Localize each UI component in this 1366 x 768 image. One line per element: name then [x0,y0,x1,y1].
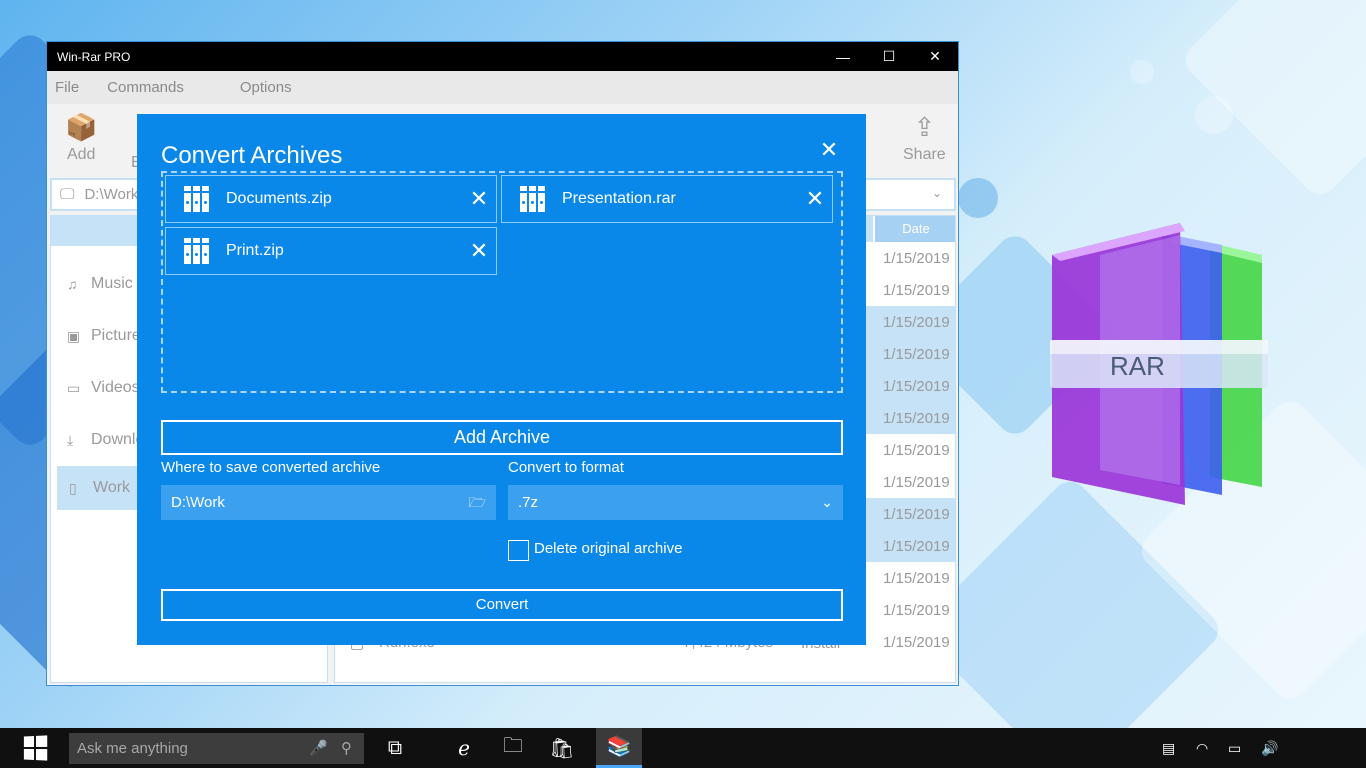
computer-icon: 🖵 [60,186,75,203]
format-value: .7z [518,494,539,511]
maximize-button[interactable]: ☐ [866,42,912,71]
convert-button[interactable]: Convert [161,589,843,621]
folder-open-icon[interactable]: 🗁 [469,485,486,520]
logo-text: RAR [1110,351,1165,381]
minimize-button[interactable]: — [820,42,866,71]
battery-icon[interactable]: ▭ [1228,728,1241,768]
share-button[interactable]: ⇪ Share [903,112,946,164]
file-explorer-icon[interactable]: 🗀 [490,728,536,768]
file-date: 1/15/2019 [883,570,950,587]
archive-name: Documents.zip [226,190,332,207]
dialog-title: Convert Archives [161,142,343,169]
windows-icon [23,735,48,761]
add-label: Add [66,146,96,163]
remove-archive-button[interactable]: ✕ [462,186,496,212]
save-path-field[interactable]: D:\Work 🗁 [161,485,496,520]
file-date: 1/15/2019 [883,378,950,395]
rar-logo-image: RAR [1050,223,1268,505]
action-center-icon[interactable]: ▤ [1162,728,1175,768]
menu-file[interactable]: File [55,79,79,96]
start-button[interactable] [0,728,70,768]
save-location-label: Where to save converted archive [161,459,381,476]
file-date: 1/15/2019 [883,250,950,267]
task-view-icon[interactable]: ⧉ [372,728,418,768]
share-icon: ⇪ [913,112,936,142]
download-icon: ⤓ [67,431,74,448]
search-icon[interactable]: ⚲ [341,733,352,764]
file-date: 1/15/2019 [883,410,950,427]
archive-icon [166,238,226,264]
add-button[interactable]: 📦 Add [65,112,97,164]
winrar-app-icon[interactable]: 📚 [596,728,642,768]
picture-icon: ▣ [67,327,81,344]
file-date: 1/15/2019 [883,506,950,523]
microphone-icon[interactable]: 🎤 [309,733,328,764]
chevron-down-icon: ⌄ [821,494,833,510]
add-archive-button[interactable]: Add Archive [161,420,843,455]
archive-name: Presentation.rar [562,190,676,207]
sidebar-item-label: Music [91,275,133,292]
format-select[interactable]: .7z ⌄ [508,485,843,520]
archive-name: Print.zip [226,242,284,259]
title-bar: Win-Rar PRO — ☐ ✕ [47,42,958,71]
box-add-icon: 📦 [65,112,98,142]
dialog-close-button[interactable]: ✕ [817,139,841,164]
sidebar-item-label: Videos [91,379,140,396]
video-icon: ▭ [67,379,81,396]
file-date: 1/15/2019 [883,602,950,619]
folder-icon: ▯ [69,479,77,496]
file-date: 1/15/2019 [883,282,950,299]
sidebar-item-label: Picture [91,327,141,344]
search-input[interactable]: Ask me anything 🎤 ⚲ [69,733,364,764]
file-date: 1/15/2019 [883,314,950,331]
share-label: Share [903,146,946,163]
archive-chip: Print.zip ✕ [165,227,497,275]
format-label: Convert to format [508,459,624,476]
window-title: Win-Rar PRO [57,49,131,64]
menu-commands[interactable]: Commands [107,79,184,96]
archive-icon [166,186,226,212]
delete-original-label: Delete original archive [534,540,683,557]
archive-chip: Documents.zip ✕ [165,175,497,223]
delete-original-checkbox[interactable] [508,540,529,561]
music-icon: ♫ [67,276,78,292]
convert-dialog: Convert Archives ✕ Documents.zip ✕ Prese… [137,114,866,645]
menu-options[interactable]: Options [240,79,292,96]
archive-icon [502,186,562,212]
taskbar: Ask me anything 🎤 ⚲ ⧉ ℯ 🗀 🛍 📚 ▤ ◠ ▭ 🔊 [0,728,1366,768]
volume-icon[interactable]: 🔊 [1261,728,1278,768]
archive-drop-zone[interactable]: Documents.zip ✕ Presentation.rar ✕ Print… [161,171,843,393]
search-placeholder: Ask me anything [77,740,188,757]
remove-archive-button[interactable]: ✕ [462,238,496,264]
file-date: 1/15/2019 [883,442,950,459]
file-date: 1/15/2019 [883,634,950,651]
chevron-down-icon[interactable]: ⌄ [932,186,942,200]
close-button[interactable]: ✕ [912,42,958,71]
edge-browser-icon[interactable]: ℯ [441,728,487,768]
remove-archive-button[interactable]: ✕ [798,186,832,212]
file-date: 1/15/2019 [883,538,950,555]
archive-chip: Presentation.rar ✕ [501,175,833,223]
column-header-date[interactable]: Date [873,216,955,242]
store-icon[interactable]: 🛍 [539,728,585,768]
sidebar-item-label: Work [93,479,131,496]
wifi-icon[interactable]: ◠ [1196,728,1208,768]
path-text: D:\Work [84,186,139,203]
file-date: 1/15/2019 [883,474,950,491]
menu-bar: File Commands Options [47,71,958,104]
file-date: 1/15/2019 [883,346,950,363]
save-path-value: D:\Work [171,494,225,511]
